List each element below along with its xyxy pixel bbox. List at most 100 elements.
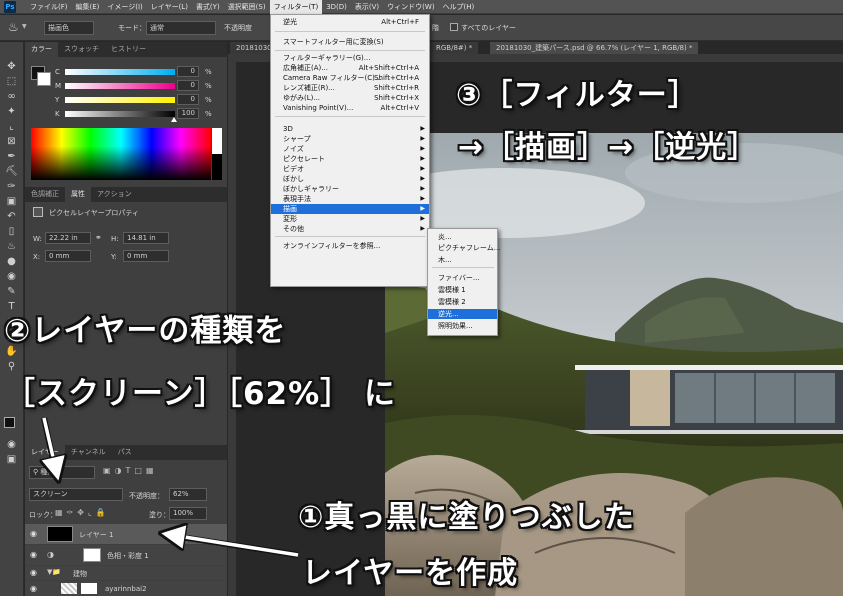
doc-tab-active[interactable]: 20181030_建築パース.psd @ 66.7% (レイヤー 1, RGB/… xyxy=(490,42,699,54)
marquee-tool-icon[interactable]: ⬚ xyxy=(5,75,18,88)
dodge-tool-icon[interactable]: ◉ xyxy=(5,270,18,283)
tab-channels[interactable]: チャンネル xyxy=(65,445,112,460)
tab-layers[interactable]: レイヤー xyxy=(25,445,65,460)
layer-blend-mode-select[interactable]: スクリーン xyxy=(29,488,123,501)
menu-image[interactable]: イメージ(I) xyxy=(103,0,146,14)
screen-mode-icon[interactable]: ▣ xyxy=(5,453,18,466)
magic-wand-icon[interactable]: ✦ xyxy=(5,105,18,118)
render-submenu-item[interactable]: 照明効果... xyxy=(428,321,497,331)
layer-filter-icons[interactable]: ▣◑T□▦ xyxy=(103,466,158,475)
link-icon[interactable]: ⚭ xyxy=(95,233,102,242)
color-spectrum[interactable] xyxy=(31,128,211,180)
x-input[interactable]: 0 mm xyxy=(45,250,91,262)
menu-file[interactable]: ファイル(F) xyxy=(26,0,72,14)
height-input[interactable]: 14.81 in xyxy=(123,232,169,244)
layer-row[interactable]: ◉ ayarinnbai2 xyxy=(25,581,227,596)
filter-menu-item[interactable]: 表現手法 ▶ xyxy=(271,194,429,204)
filter-menu-item[interactable]: Camera Raw フィルター(C)... Shift+Ctrl+A xyxy=(271,73,429,83)
menu-edit[interactable]: 編集(E) xyxy=(72,0,104,14)
menu-window[interactable]: ウィンドウ(W) xyxy=(383,0,438,14)
filter-menu-item[interactable]: ぼかし ▶ xyxy=(271,174,429,184)
render-submenu-item[interactable]: 木... xyxy=(428,255,497,265)
filter-menu-item[interactable]: ビデオ ▶ xyxy=(271,164,429,174)
lock-icons[interactable]: ▦✑✥⌞🔒 xyxy=(55,508,110,517)
quick-mask-icon[interactable]: ◉ xyxy=(5,438,18,451)
tab-paths[interactable]: パス xyxy=(112,445,138,460)
render-submenu-item[interactable]: 炎... xyxy=(428,232,497,242)
slider-y-track[interactable] xyxy=(65,97,175,103)
tab-actions[interactable]: アクション xyxy=(91,187,138,202)
paint-bucket-icon[interactable]: ♨ xyxy=(8,20,19,34)
tab-properties[interactable]: 属性 xyxy=(65,187,91,202)
spectrum-white-chip[interactable] xyxy=(212,128,222,154)
width-input[interactable]: 22.22 in xyxy=(45,232,91,244)
all-layers-checkbox[interactable] xyxy=(450,23,458,31)
layer-row[interactable]: ◉ レイヤー 1 xyxy=(25,524,227,544)
slider-c-track[interactable] xyxy=(65,69,175,75)
frame-tool-icon[interactable]: ⊠ xyxy=(5,135,18,148)
blend-mode-select[interactable]: 通常 xyxy=(146,21,216,35)
menu-layer[interactable]: レイヤー(L) xyxy=(147,0,192,14)
tab-color[interactable]: カラー xyxy=(25,42,58,57)
spectrum-black-chip[interactable] xyxy=(212,154,222,180)
slider-c-input[interactable]: 0 xyxy=(177,66,199,77)
y-input[interactable]: 0 mm xyxy=(123,250,169,262)
slider-k-track[interactable] xyxy=(65,111,175,117)
move-tool-icon[interactable]: ✥ xyxy=(5,60,18,73)
filter-menu-item[interactable]: その他 ▶ xyxy=(271,224,429,234)
filter-menu-item[interactable]: Vanishing Point(V)... Alt+Ctrl+V xyxy=(271,103,429,113)
filter-menu-item[interactable]: ぼかしギャラリー ▶ xyxy=(271,184,429,194)
render-submenu-item[interactable]: ピクチャフレーム... xyxy=(428,243,500,253)
layer-opacity-input[interactable]: 62% xyxy=(169,488,207,501)
tab-swatches[interactable]: スウォッチ xyxy=(58,42,105,57)
slider-m-track[interactable] xyxy=(65,83,175,89)
render-submenu-item[interactable]: 雲模様 2 xyxy=(428,297,497,307)
menu-select[interactable]: 選択範囲(S) xyxy=(224,0,270,14)
crop-tool-icon[interactable]: ⌞ xyxy=(5,120,18,133)
filter-menu-item[interactable]: オンラインフィルターを参照... xyxy=(271,241,429,251)
layer-kind-filter[interactable]: ⚲ 種類 xyxy=(29,466,95,479)
layer-name[interactable]: 建物 xyxy=(73,569,87,579)
history-brush-icon[interactable]: ↶ xyxy=(5,210,18,223)
tab-adjustments[interactable]: 色調補正 xyxy=(25,187,65,202)
filter-menu-item[interactable]: 3D ▶ xyxy=(271,124,429,134)
filter-menu-item[interactable]: レンズ補正(R)... Shift+Ctrl+R xyxy=(271,83,429,93)
layer-name[interactable]: レイヤー 1 xyxy=(79,530,113,540)
render-submenu-item[interactable]: 逆光... xyxy=(428,309,497,319)
stamp-tool-icon[interactable]: ▣ xyxy=(5,195,18,208)
paint-bucket-tool-icon[interactable]: ♨ xyxy=(5,240,18,253)
menu-3d[interactable]: 3D(D) xyxy=(322,0,351,14)
menu-filter[interactable]: フィルター(T) xyxy=(269,0,323,14)
pen-tool-icon[interactable]: ✎ xyxy=(5,285,18,298)
filter-menu-item[interactable]: 逆光 Alt+Ctrl+F xyxy=(271,17,429,27)
filter-menu-item[interactable]: 広角補正(A)... Alt+Shift+Ctrl+A xyxy=(271,63,429,73)
menu-type[interactable]: 書式(Y) xyxy=(192,0,224,14)
render-submenu-item[interactable]: 雲模様 1 xyxy=(428,285,497,295)
render-submenu-item[interactable]: ファイバー... xyxy=(428,273,497,283)
blur-tool-icon[interactable]: ● xyxy=(5,255,18,268)
filter-menu-item[interactable]: ゆがみ(L)... Shift+Ctrl+X xyxy=(271,93,429,103)
slider-y-input[interactable]: 0 xyxy=(177,94,199,105)
bg-color-chip[interactable] xyxy=(37,72,51,86)
layer-name[interactable]: ayarinnbai2 xyxy=(105,585,147,593)
layer-name[interactable]: 色相・彩度 1 xyxy=(107,551,149,561)
menu-help[interactable]: ヘルプ(H) xyxy=(439,0,479,14)
brush-tool-icon[interactable]: ✑ xyxy=(5,180,18,193)
filter-menu-item[interactable]: 描画 ▶ xyxy=(271,204,429,214)
foreground-color-swatch[interactable] xyxy=(4,417,15,428)
fill-source-select[interactable]: 描画色 xyxy=(44,21,94,35)
layer-group-row[interactable]: ◉ ▼📁 建物 xyxy=(25,566,227,580)
doc-tab-2[interactable]: RGB/8#) * xyxy=(430,42,479,54)
healing-brush-icon[interactable]: ⛏ xyxy=(5,165,18,178)
eyedropper-icon[interactable]: ✒ xyxy=(5,150,18,163)
visibility-eye-icon[interactable]: ◉ xyxy=(30,550,37,559)
tab-history[interactable]: ヒストリー xyxy=(105,42,152,57)
filter-menu-item[interactable]: シャープ ▶ xyxy=(271,134,429,144)
chevron-down-icon[interactable]: ▼ xyxy=(22,23,27,30)
layer-row[interactable]: ◉ ◑ 色相・彩度 1 xyxy=(25,545,227,565)
filter-menu-item[interactable]: スマートフィルター用に変換(S) xyxy=(271,37,429,47)
menu-view[interactable]: 表示(V) xyxy=(351,0,383,14)
slider-k-input[interactable]: 100 xyxy=(177,108,199,119)
lasso-tool-icon[interactable]: ∞ xyxy=(5,90,18,103)
filter-menu-item[interactable]: ピクセレート ▶ xyxy=(271,154,429,164)
